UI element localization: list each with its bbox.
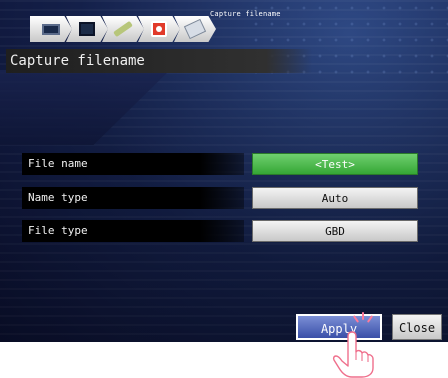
name-type-value[interactable]: Auto (252, 187, 418, 209)
field-row-file-type: File type GBD (22, 220, 418, 242)
tag-icon (183, 18, 207, 40)
step-record[interactable] (138, 16, 180, 42)
name-type-label: Name type (22, 187, 244, 209)
pointing-hand-icon (332, 331, 374, 378)
field-row-file-name: File name <Test> (22, 153, 418, 175)
background-wedge (0, 70, 170, 145)
device-screen: Capture filename Capture filename File n… (0, 0, 448, 342)
tap-indicator-icon (352, 312, 374, 326)
close-button[interactable]: Close (392, 314, 442, 340)
file-type-value[interactable]: GBD (252, 220, 418, 242)
display-icon (79, 22, 95, 36)
step-tag[interactable] (174, 16, 216, 42)
current-step-label: Capture filename (210, 10, 281, 18)
step-pencil[interactable] (102, 16, 144, 42)
step-display[interactable] (66, 16, 108, 42)
page-title: Capture filename (6, 49, 312, 73)
file-name-label: File name (22, 153, 244, 175)
file-type-label: File type (22, 220, 244, 242)
field-row-name-type: Name type Auto (22, 187, 418, 209)
step-monitor[interactable] (30, 16, 72, 42)
record-icon (151, 21, 167, 37)
wizard-steps (30, 16, 216, 44)
file-name-value[interactable]: <Test> (252, 153, 418, 175)
monitor-icon (42, 23, 60, 35)
pencil-icon (113, 20, 133, 38)
